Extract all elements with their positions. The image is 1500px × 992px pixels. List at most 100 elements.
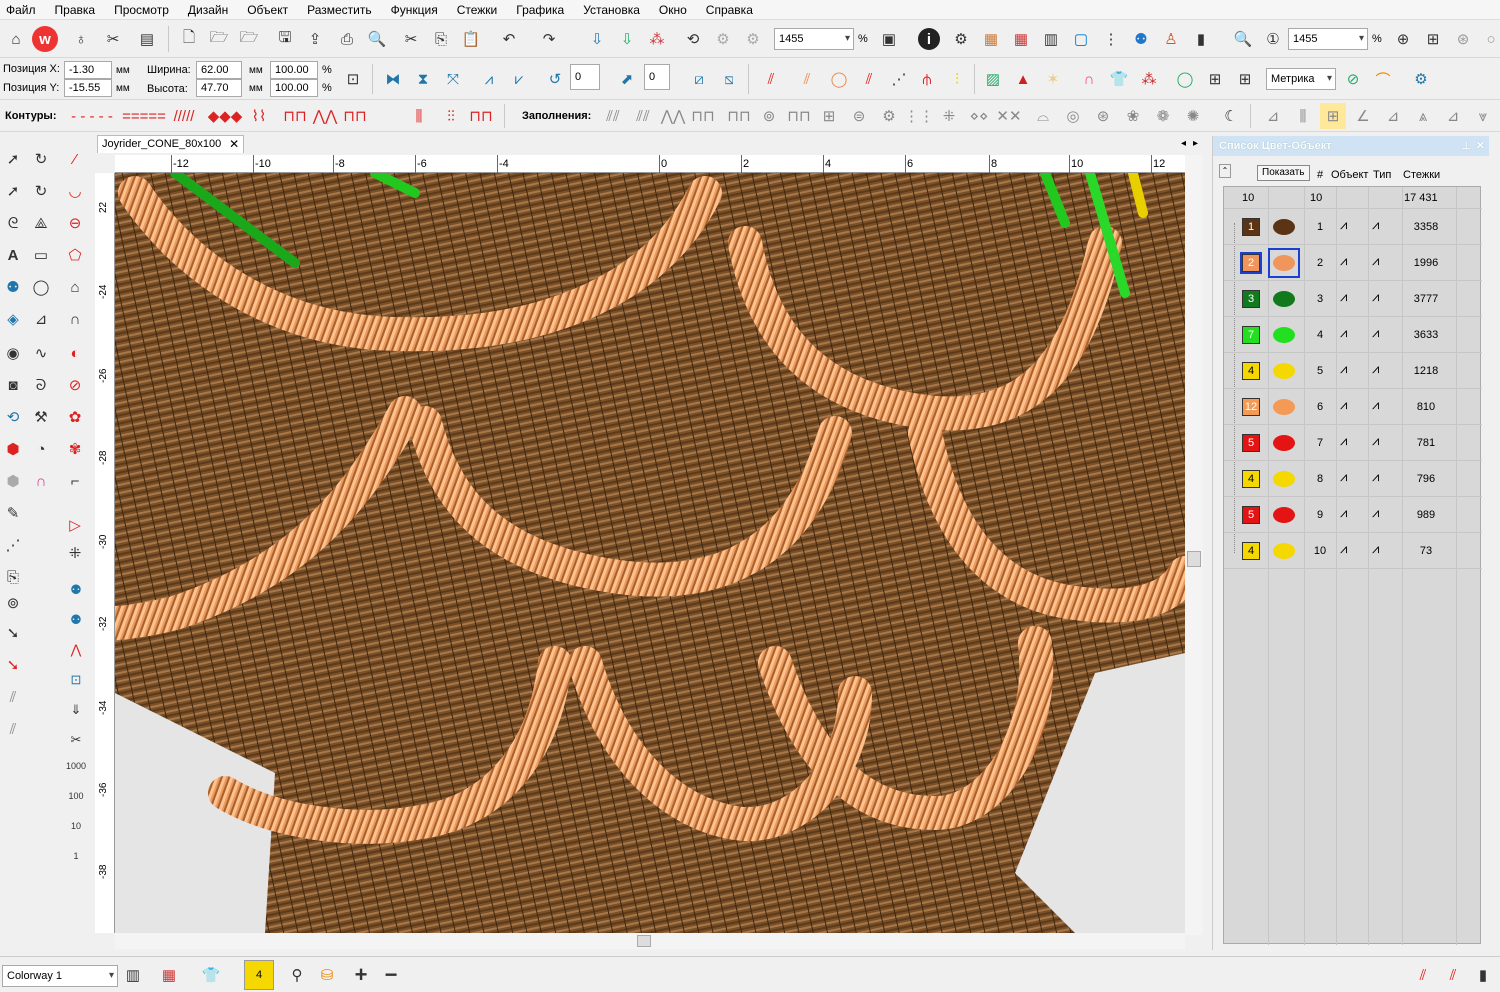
e-stitch-icon[interactable]: ⊓⊓ <box>340 103 370 129</box>
weld-icon[interactable]: ◔ <box>28 436 54 462</box>
fill-cross-icon[interactable]: ⊞ <box>816 103 842 129</box>
polygon-icon[interactable]: ⬠ <box>62 242 88 268</box>
new-icon[interactable]: 🗋 <box>176 26 202 52</box>
library-icon[interactable]: ▤ <box>134 26 160 52</box>
scale-w-field[interactable]: 100.00 <box>270 61 318 79</box>
info-icon[interactable]: i <box>918 28 940 50</box>
freehand-icon[interactable]: ⌂ <box>62 274 88 300</box>
width-field[interactable]: 62.00 <box>196 61 242 79</box>
fill-trapunto-icon[interactable]: ⊜ <box>846 103 872 129</box>
stitch-canvas[interactable] <box>115 173 1185 933</box>
color-object-row[interactable]: 4 10 ⩘ ⩘ 73 <box>1224 533 1482 569</box>
shirt-icon[interactable]: 👕 <box>1106 66 1132 92</box>
edit-grid-icon[interactable]: ⊞ <box>1320 103 1346 129</box>
target-icon[interactable]: ◉ <box>0 340 26 366</box>
zoom-icon[interactable]: 🔍 <box>1230 26 1256 52</box>
fill-3d-icon[interactable]: ⊚ <box>756 103 782 129</box>
contour-fill-icon[interactable]: ◯ <box>826 66 852 92</box>
slant-field[interactable]: 0 <box>644 64 670 90</box>
frame-icon[interactable]: ◯ <box>1172 66 1198 92</box>
fill-x-icon[interactable]: ✕✕ <box>996 103 1022 129</box>
fill-arc-icon[interactable]: ⌓ <box>1030 103 1056 129</box>
density-icon[interactable]: ⫽ <box>0 684 26 710</box>
object-thumbnail[interactable] <box>1268 428 1300 458</box>
open-icon[interactable]: 🗁 <box>206 26 232 52</box>
menu-item-6[interactable]: Функция <box>391 0 438 20</box>
fill-holes-icon[interactable]: ◐ <box>62 340 88 366</box>
rectangle-icon[interactable]: ▭ <box>28 242 54 268</box>
menu-item-5[interactable]: Разместить <box>307 0 372 20</box>
circle-select-icon[interactable]: ⊚ <box>0 590 26 616</box>
trim-tool-icon[interactable]: ⇓ <box>66 700 86 720</box>
fill-motif-icon[interactable]: ⊓⊓ <box>726 103 752 129</box>
color-swatch[interactable]: 5 <box>1242 434 1260 452</box>
view-icon[interactable]: ▣ <box>876 26 902 52</box>
color-object-row[interactable]: 12 6 ⩘ ⩘ 810 <box>1224 389 1482 425</box>
run-stitch-icon[interactable]: - - - - - <box>62 103 122 129</box>
sewing-icon[interactable]: ⚙ <box>1408 66 1434 92</box>
color-swatch[interactable]: 7 <box>1242 326 1260 344</box>
count-100-icon[interactable]: 100 <box>66 786 86 806</box>
units-combo[interactable]: Метрика <box>1266 68 1336 90</box>
satin-line-icon[interactable]: ⌇⌇ <box>244 103 274 129</box>
fill-tatami-icon[interactable]: ⫽⫽ <box>630 103 656 129</box>
count-1000-icon[interactable]: 1000 <box>64 756 88 776</box>
menu-item-9[interactable]: Установка <box>583 0 640 20</box>
edit-angle-icon[interactable]: ∠ <box>1350 103 1376 129</box>
open-recent-icon[interactable]: 🗁 <box>236 26 262 52</box>
report-icon[interactable]: ⫽ <box>1410 962 1436 988</box>
monogram-icon[interactable]: ⚉ <box>0 274 26 300</box>
lock-icon[interactable]: ⊡ <box>66 670 86 690</box>
show-button[interactable]: Показать <box>1257 165 1310 181</box>
transform-icon[interactable]: ⟲ <box>680 26 706 52</box>
fill-net-icon[interactable]: ⁜ <box>936 103 962 129</box>
zoom-combo-left[interactable]: 1455 <box>774 28 854 50</box>
settings-icon[interactable]: ⚙ <box>948 26 974 52</box>
color-swatch[interactable]: 4 <box>1242 470 1260 488</box>
blanket-icon[interactable]: ⊓⊓ <box>280 103 310 129</box>
fill-lace-icon[interactable]: ✺ <box>1180 103 1206 129</box>
horizontal-scroll-thumb[interactable] <box>637 935 651 947</box>
menu-item-0[interactable]: Файл <box>6 0 36 20</box>
zoom-combo-right[interactable]: 1455 <box>1288 28 1368 50</box>
text-tool-icon[interactable]: A <box>0 242 26 268</box>
knife-icon[interactable]: ⚒ <box>28 404 54 430</box>
cross-icon[interactable]: ⫛ <box>914 66 940 92</box>
fill-satin-icon[interactable]: ⫽⫽ <box>600 103 626 129</box>
save-icon[interactable]: 🖫 <box>272 26 298 52</box>
appliqué-tool-icon[interactable]: ∩ <box>28 468 54 494</box>
collapse-icon[interactable]: ⌃ <box>1219 164 1231 178</box>
density2-icon[interactable]: ⫽ <box>0 716 26 742</box>
fill-ripple-icon[interactable]: ⊓⊓ <box>786 103 812 129</box>
spiral-tool-icon[interactable]: ᘐ <box>28 372 54 398</box>
fill-wave-icon[interactable]: ⋄⋄ <box>966 103 992 129</box>
step-fill-icon[interactable]: ⫽ <box>856 66 882 92</box>
pos-y-field[interactable]: -15.55 <box>64 79 112 97</box>
tools-icon[interactable]: ✂ <box>100 26 126 52</box>
menu-item-10[interactable]: Окно <box>659 0 687 20</box>
zoom-1-icon[interactable]: ① <box>1260 26 1286 52</box>
fill-emblem-icon[interactable]: ⊛ <box>1090 103 1116 129</box>
fill-program-icon[interactable]: ⊓⊓ <box>690 103 716 129</box>
scale-h-field[interactable]: 100.00 <box>270 79 318 97</box>
team-names-icon[interactable]: ◈ <box>0 306 26 332</box>
colorway-combo[interactable]: Colorway 1 <box>2 965 118 987</box>
backstitch-icon[interactable]: ◆◆◆ <box>208 103 243 129</box>
color-object-row[interactable]: 5 9 ⩘ ⩘ 989 <box>1224 497 1482 533</box>
triple-run-icon[interactable]: ===== <box>122 103 166 129</box>
object-thumbnail[interactable] <box>1268 356 1300 386</box>
worksheet-icon[interactable]: ⫽ <box>1440 962 1466 988</box>
user-icon[interactable]: ♙ <box>1158 26 1184 52</box>
color-object-row[interactable]: 1 1 ⩘ ⩘ 3358 <box>1224 209 1482 245</box>
close-icon[interactable]: ✕ <box>229 136 239 153</box>
color-object-row[interactable]: 4 8 ⩘ ⩘ 796 <box>1224 461 1482 497</box>
edit-tri-icon[interactable]: ⊿ <box>1440 103 1466 129</box>
node-pts-icon[interactable]: ⋰ <box>0 532 26 558</box>
thread-chart-icon[interactable]: ▥ <box>120 962 146 988</box>
print-icon[interactable]: ⎙ <box>334 26 360 52</box>
mirror-h-icon[interactable]: ⧓ <box>380 66 406 92</box>
skew2-icon[interactable]: ⩗ <box>506 66 532 92</box>
pos-x-field[interactable]: -1.30 <box>64 61 112 79</box>
grid-show-icon[interactable]: ⊞ <box>1202 66 1228 92</box>
sequin-icon[interactable]: ⁂ <box>1136 66 1162 92</box>
